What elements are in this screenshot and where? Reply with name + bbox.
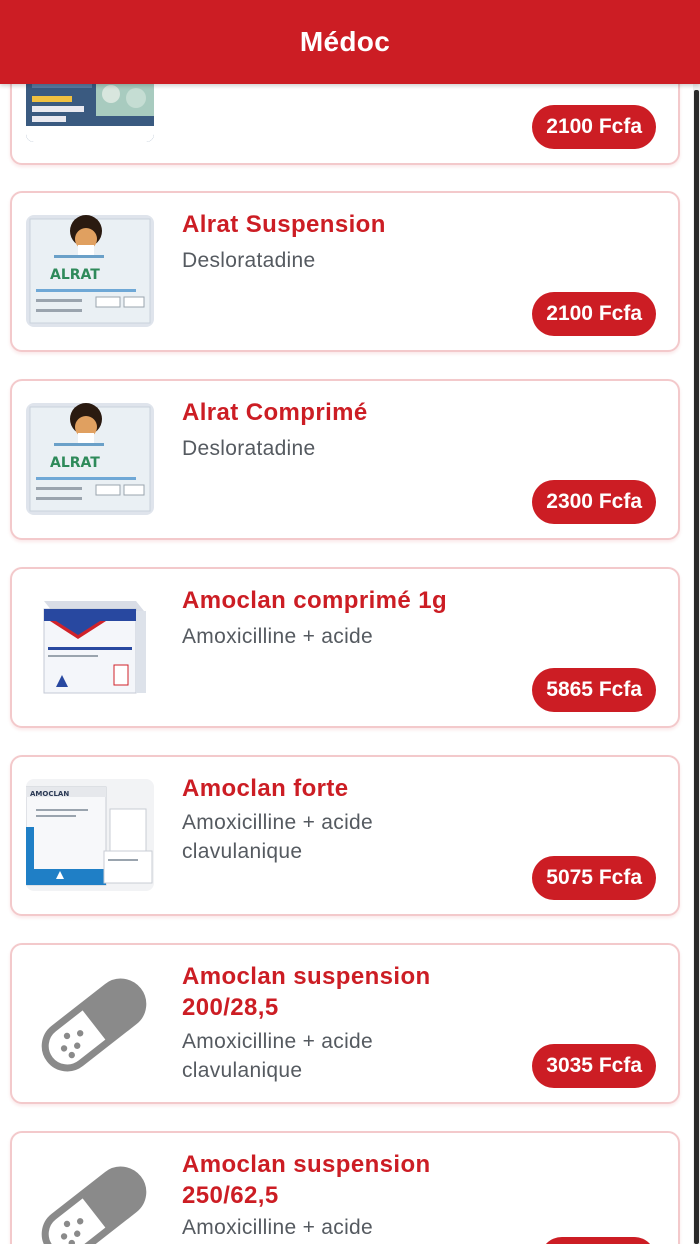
product-card[interactable]: Amoclan suspension 200/28,5 Amoxicilline… bbox=[10, 943, 680, 1104]
amoclan-forte-box-icon: AMOCLAN bbox=[26, 779, 154, 891]
price-badge: 2100 Fcfa bbox=[532, 105, 656, 149]
product-generic: Desloratadine bbox=[182, 249, 316, 272]
product-list[interactable]: 2100 Fcfa ALRAT Alrat Suspension Deslora… bbox=[0, 0, 692, 1244]
product-card[interactable]: Amoclan comprimé 1g Amoxicilline + acide… bbox=[10, 567, 680, 728]
price-badge: 3035 Fcfa bbox=[532, 1044, 656, 1088]
product-card[interactable]: ALRAT Alrat Suspension Desloratadine 210… bbox=[10, 191, 680, 352]
svg-text:ALRAT: ALRAT bbox=[50, 455, 100, 471]
svg-text:AMOCLAN: AMOCLAN bbox=[30, 790, 69, 798]
product-name: Amoclan suspension 200/28,5 bbox=[182, 963, 431, 1021]
scrollbar-thumb[interactable] bbox=[694, 90, 699, 1244]
pill-capsule-icon bbox=[34, 973, 154, 1077]
product-name: Alrat Suspension bbox=[182, 211, 386, 238]
product-generic: Amoxicilline + acide clavulanique bbox=[182, 811, 374, 863]
product-name: Amoclan comprimé 1g bbox=[182, 587, 448, 614]
app-header: Médoc bbox=[0, 0, 700, 84]
product-name: Amoclan forte bbox=[182, 775, 349, 802]
product-card[interactable]: Amoclan suspension 250/62,5 Amoxicilline… bbox=[10, 1131, 680, 1244]
product-card[interactable]: AMOCLAN Amoclan forte Amoxicilline + aci… bbox=[10, 755, 680, 916]
product-generic: Desloratadine bbox=[182, 437, 316, 460]
app-screen: 2100 Fcfa ALRAT Alrat Suspension Deslora… bbox=[0, 0, 700, 1244]
product-card[interactable]: ALRAT Alrat Comprimé Desloratadine 2300 … bbox=[10, 379, 680, 540]
amoclan-box-icon bbox=[26, 591, 154, 703]
pill-capsule-icon bbox=[34, 1161, 154, 1244]
product-name: Alrat Comprimé bbox=[182, 399, 368, 426]
price-badge: 2100 Fcfa bbox=[532, 292, 656, 336]
alrat-box-icon: ALRAT bbox=[26, 403, 154, 515]
alrat-box-icon: ALRAT bbox=[26, 215, 154, 327]
product-generic: Amoxicilline + acide clavulanique bbox=[182, 1030, 374, 1082]
price-badge bbox=[540, 1237, 656, 1244]
price-badge: 5075 Fcfa bbox=[532, 856, 656, 900]
price-badge: 2300 Fcfa bbox=[532, 480, 656, 524]
page-title: Médoc bbox=[299, 26, 391, 57]
product-name: Amoclan suspension 250/62,5 bbox=[182, 1151, 431, 1209]
product-generic: Amoxicilline + acide bbox=[182, 625, 374, 648]
box-photo-icon bbox=[26, 76, 154, 142]
svg-text:ALRAT: ALRAT bbox=[50, 267, 100, 283]
product-generic: Amoxicilline + acide bbox=[182, 1216, 374, 1239]
price-badge: 5865 Fcfa bbox=[532, 668, 656, 712]
